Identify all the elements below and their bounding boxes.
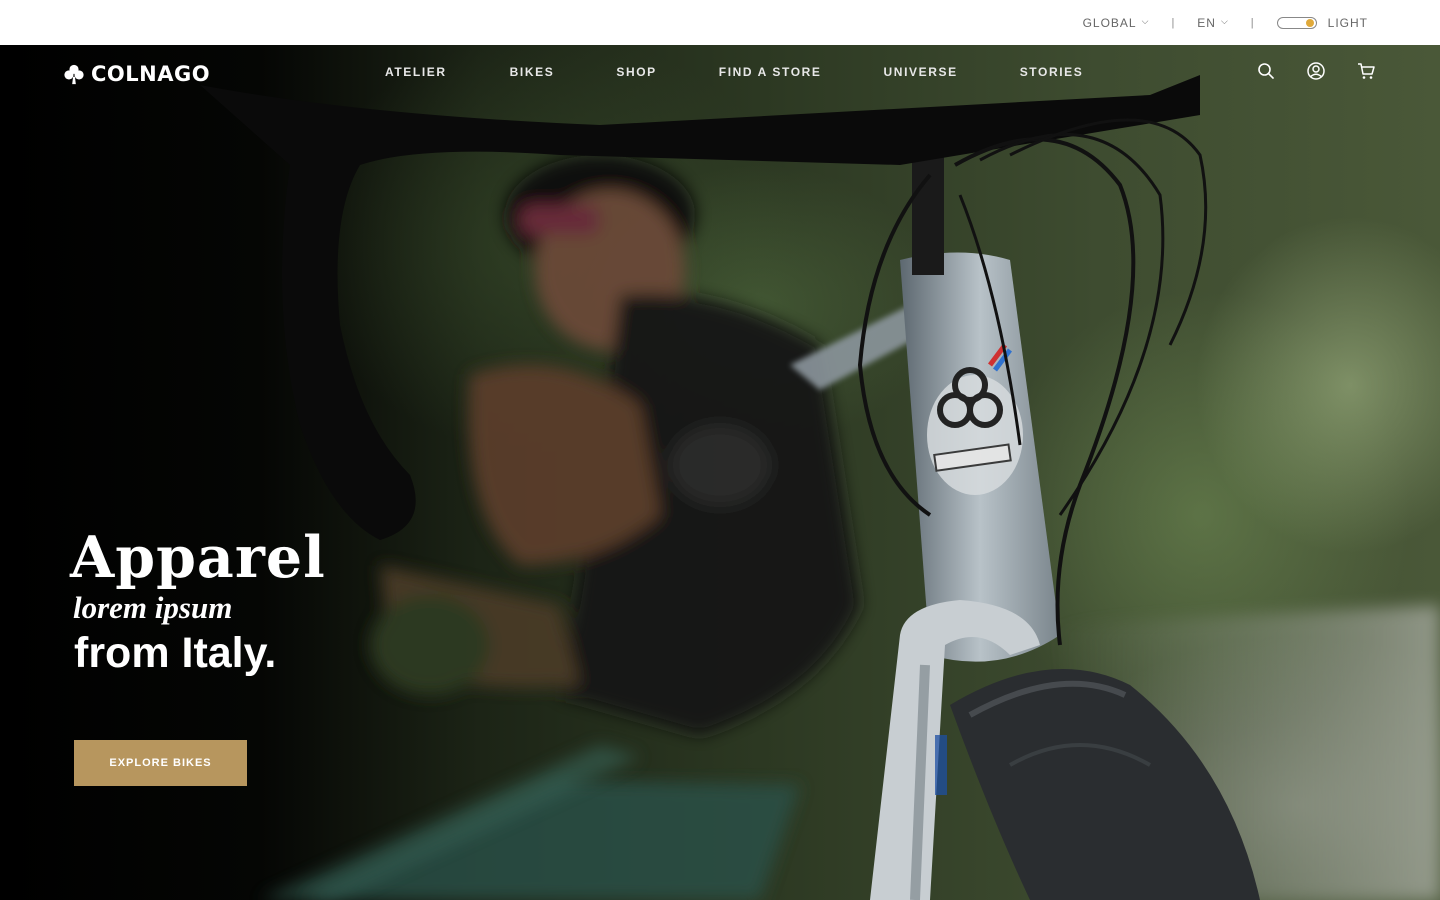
nav-link-universe[interactable]: UNIVERSE xyxy=(884,65,958,79)
nav-link-bikes[interactable]: BIKES xyxy=(510,65,555,79)
brand-logo[interactable]: COLNAGO xyxy=(63,62,210,86)
nav-icons xyxy=(1256,61,1376,81)
separator: | xyxy=(1250,16,1255,29)
clover-logo-icon xyxy=(64,64,84,85)
region-selector[interactable]: GLOBAL ⌵ xyxy=(1083,16,1150,30)
region-label: GLOBAL xyxy=(1082,15,1137,30)
brand-name: COLNAGO xyxy=(91,62,211,86)
hero-headline: Apparel lorem ipsum from Italy. xyxy=(70,525,326,679)
utility-bar: GLOBAL ⌵ | EN ⌵ | LIGHT xyxy=(0,0,1440,45)
search-icon[interactable] xyxy=(1256,61,1276,81)
account-icon[interactable] xyxy=(1306,61,1326,81)
headline-line-1: Apparel xyxy=(70,524,326,591)
nav-link-shop[interactable]: SHOP xyxy=(616,65,656,79)
chevron-down-icon: ⌵ xyxy=(1220,16,1229,26)
toggle-switch[interactable] xyxy=(1276,16,1317,29)
theme-toggle[interactable]: LIGHT xyxy=(1276,15,1368,30)
language-selector[interactable]: EN ⌵ xyxy=(1197,16,1229,30)
explore-bikes-button[interactable]: EXPLORE BIKES xyxy=(74,740,247,786)
separator: | xyxy=(1171,16,1176,29)
main-nav: COLNAGO ATELIER BIKES SHOP FIND A STORE … xyxy=(0,45,1440,105)
headline-line-2: lorem ipsum xyxy=(73,590,233,625)
nav-links: ATELIER BIKES SHOP FIND A STORE UNIVERSE… xyxy=(385,65,1083,79)
cart-icon[interactable] xyxy=(1356,61,1376,81)
nav-link-atelier[interactable]: ATELIER xyxy=(385,65,447,79)
toggle-knob xyxy=(1305,18,1314,27)
language-label: EN xyxy=(1197,15,1216,30)
nav-link-stories[interactable]: STORIES xyxy=(1020,65,1084,79)
theme-label: LIGHT xyxy=(1327,15,1368,30)
chevron-down-icon: ⌵ xyxy=(1141,16,1150,26)
headline-line-3: from Italy. xyxy=(74,629,277,677)
nav-link-find-a-store[interactable]: FIND A STORE xyxy=(719,65,822,79)
